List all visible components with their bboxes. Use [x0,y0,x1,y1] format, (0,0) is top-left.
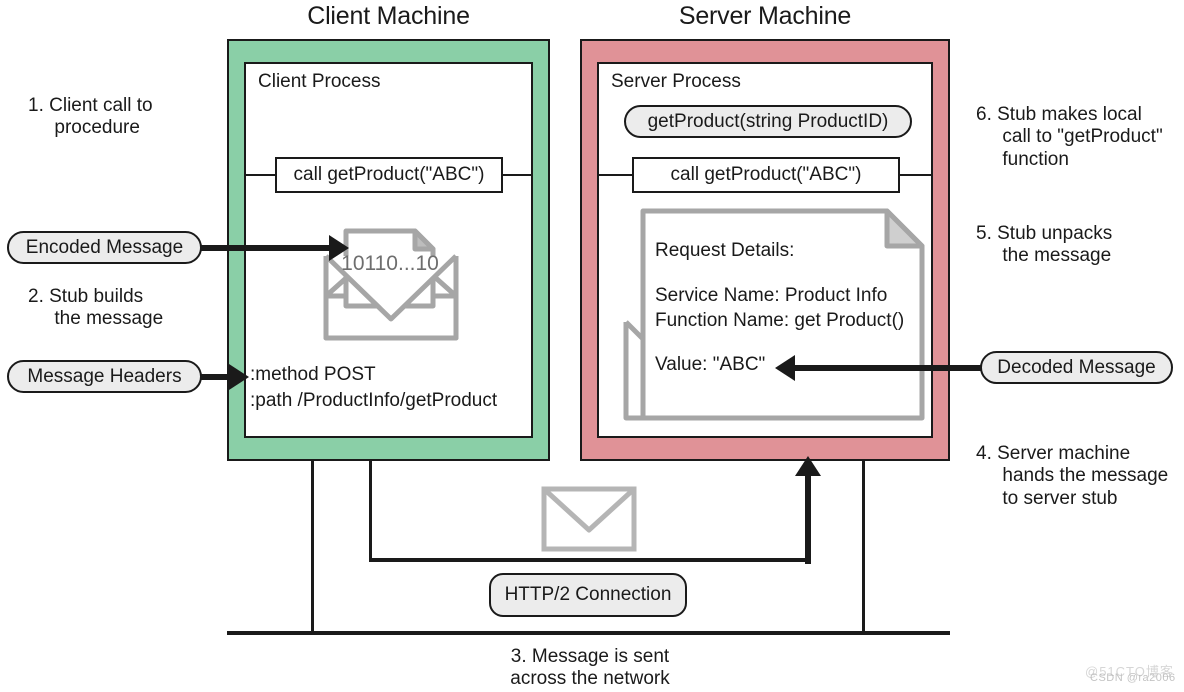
client-process-label: Client Process [258,71,381,92]
step-3-note: 3. Message is sent across the network [510,646,670,690]
server-process-label: Server Process [611,71,741,92]
client-machine-title: Client Machine [307,2,470,30]
server-call-connector-right [899,174,931,176]
client-bus-drop-line [311,461,314,635]
server-bus-drop-line [862,461,865,635]
http2-connection-pill[interactable]: HTTP/2 Connection [489,573,687,617]
step-6-note: 6. Stub makes local call to "getProduct"… [976,104,1163,170]
request-details-service-name: Service Name: Product Info [655,285,888,306]
arrow-right-icon-encoded [201,233,349,263]
client-call-connector-left [246,174,276,176]
arrow-up-icon-to-server [795,444,823,564]
client-call-connector-right [501,174,531,176]
arrow-right-icon-headers [201,362,249,392]
client-call-box[interactable]: call getProduct("ABC") [275,157,503,193]
request-details-heading: Request Details: [655,240,795,261]
step-2-note: 2. Stub builds the message [28,286,164,330]
encoded-message-pill[interactable]: Encoded Message [7,231,202,264]
step-5-note: 5. Stub unpacks the message [976,223,1113,267]
envelope-with-letter-icon [318,200,464,344]
client-route-drop-line [369,461,372,561]
watermark-secondary: CSDN @ra2006 [1090,672,1176,684]
network-bus-line [227,631,950,635]
diagram-canvas: Client Machine Server Machine Client Pro… [0,0,1184,692]
step-4-note: 4. Server machine hands the message to s… [976,443,1169,509]
decoded-message-pill[interactable]: Decoded Message [980,351,1173,384]
server-call-box[interactable]: call getProduct("ABC") [632,157,900,193]
message-headers-pill[interactable]: Message Headers [7,360,202,393]
network-route-horizontal-line [369,558,810,562]
request-details-function-name: Function Name: get Product() [655,310,905,331]
step-1-note: 1. Client call to procedure [28,95,153,139]
client-message-headers-text: :method POST :path /ProductInfo/getProdu… [250,364,498,412]
envelope-icon-network [541,486,637,552]
server-function-pill[interactable]: getProduct(string ProductID) [624,105,912,138]
arrow-left-icon-decoded [775,353,981,383]
request-details-value: Value: "ABC" [655,354,766,375]
server-call-connector-left [599,174,633,176]
server-machine-title: Server Machine [678,2,852,30]
